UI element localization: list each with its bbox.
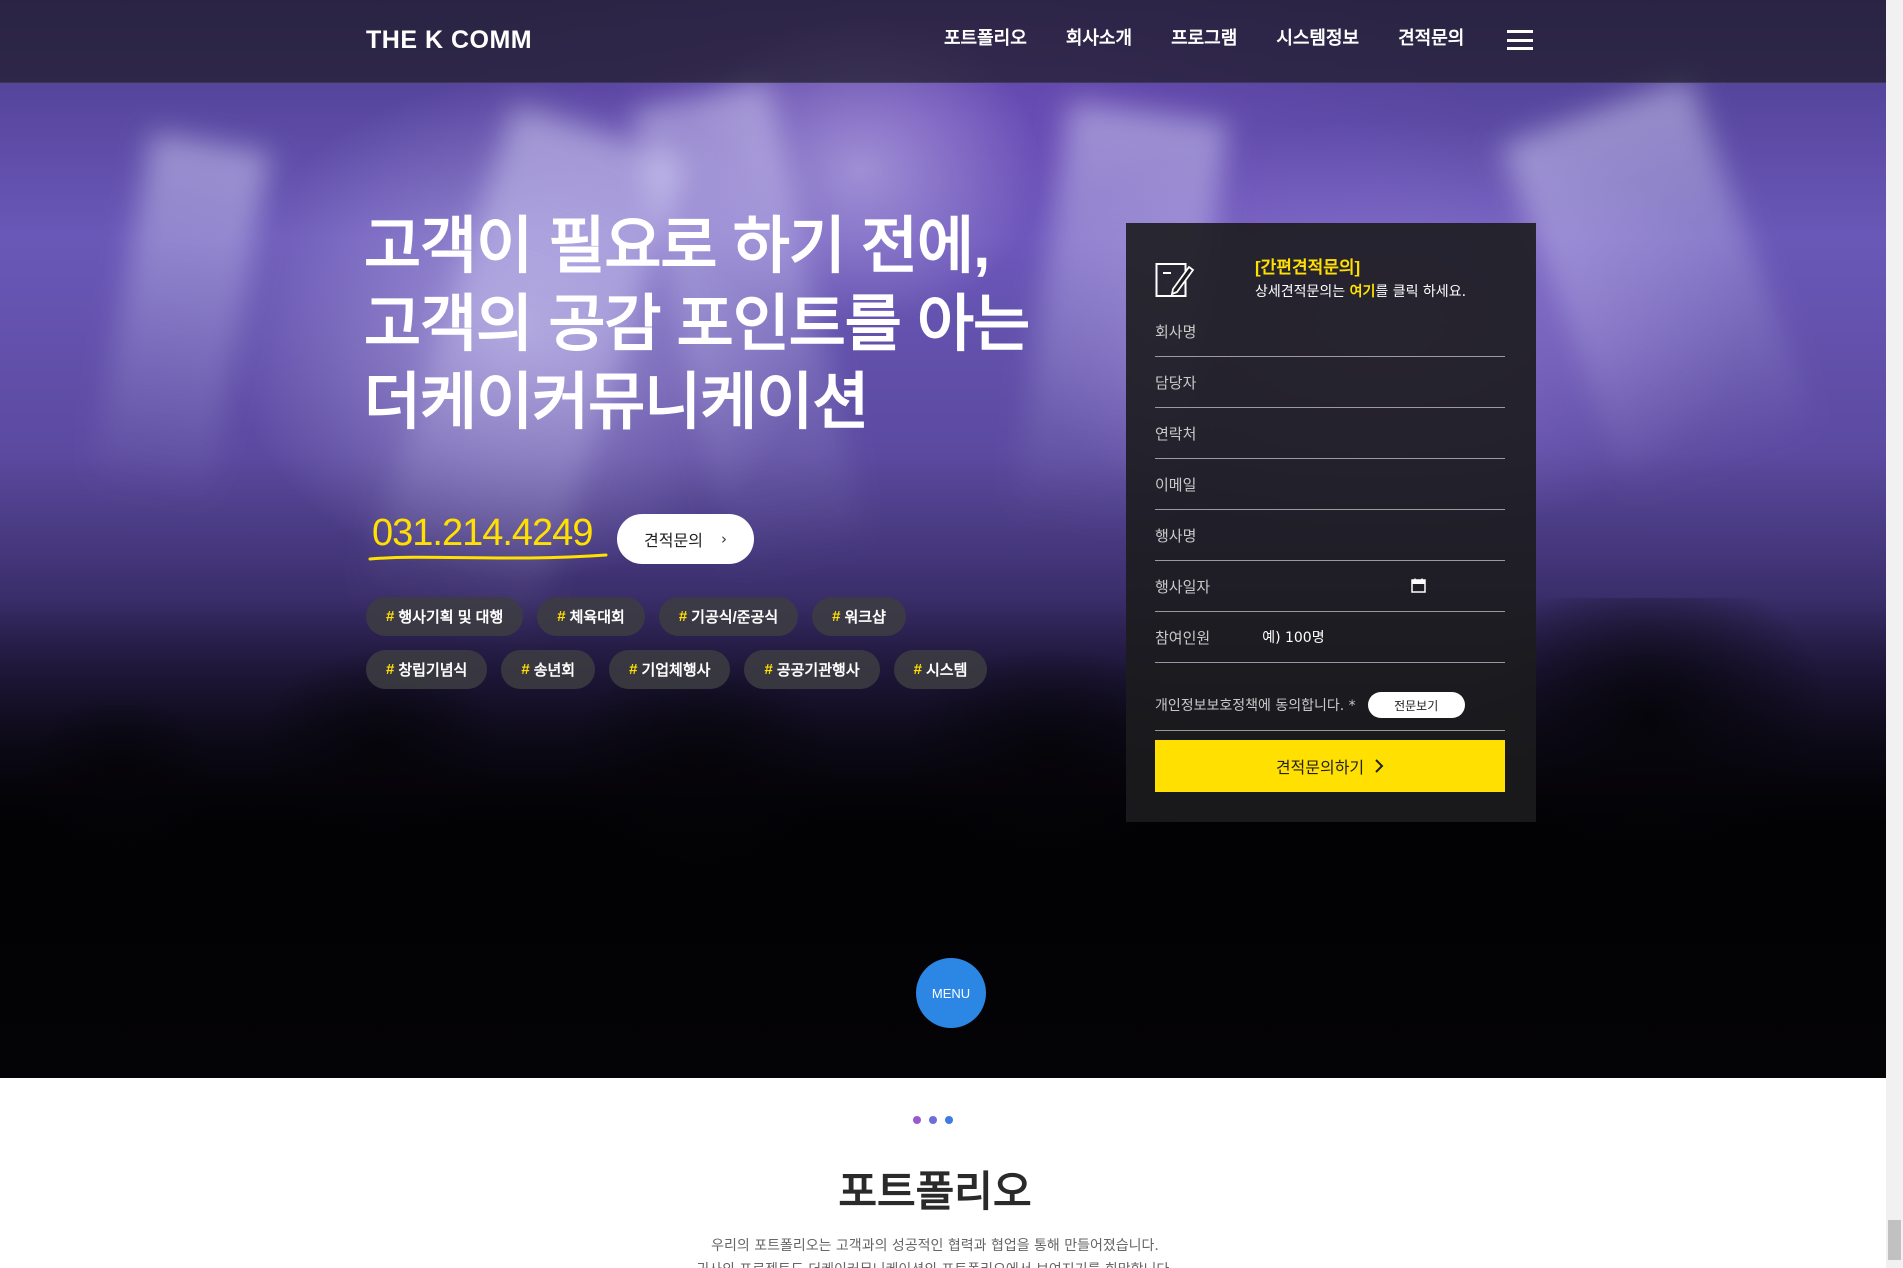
phone-number[interactable]: 031.214.4249 — [372, 512, 593, 555]
tag-year-end-party[interactable]: # 송년회 — [501, 650, 596, 689]
portfolio-description: 우리의 포트폴리오는 고객과의 성공적인 협력과 협업을 통해 만들어졌습니다.… — [696, 1238, 1174, 1268]
attendees-field[interactable]: 참여인원 예) 100명 — [1155, 612, 1505, 663]
main-nav: 포트폴리오 회사소개 프로그램 시스템정보 견적문의 — [944, 24, 1464, 50]
detail-quote-link[interactable]: 여기 — [1350, 284, 1376, 300]
nav-item-about[interactable]: 회사소개 — [1066, 24, 1132, 50]
quote-button-label: 견적문의 — [644, 531, 703, 550]
portfolio-section: 포트폴리오 우리의 포트폴리오는 고객과의 성공적인 협력과 협업을 통해 만들… — [0, 1078, 1903, 1268]
hamburger-menu-icon[interactable] — [1507, 30, 1533, 50]
decorative-dots — [913, 1116, 953, 1124]
hero-headline: 고객이 필요로 하기 전에, 고객의 공감 포인트를 아는 더케이커뮤니케이션 — [364, 208, 1030, 442]
event-name-field[interactable]: 행사명 — [1155, 510, 1505, 561]
top-navigation-bar: THE K COMM 포트폴리오 회사소개 프로그램 시스템정보 견적문의 — [0, 0, 1903, 83]
privacy-agreement[interactable]: 개인정보보호정책에 동의합니다. * 전문보기 — [1155, 680, 1505, 731]
calendar-icon[interactable] — [1411, 578, 1426, 593]
pen-note-icon — [1155, 263, 1195, 297]
privacy-text: 개인정보보호정책에 동의합니다. * — [1155, 698, 1356, 714]
hero-background — [0, 0, 1903, 1078]
nav-item-program[interactable]: 프로그램 — [1171, 24, 1237, 50]
headline-line-2: 고객의 공감 포인트를 아는 — [364, 290, 1030, 359]
headline-line-3: 더케이커뮤니케이션 — [364, 368, 869, 437]
form-subtitle: 상세견적문의는 여기를 클릭 하세요. — [1255, 284, 1467, 300]
headline-line-1: 고객이 필요로 하기 전에, — [364, 212, 990, 281]
tag-anniversary[interactable]: # 창립기념식 — [366, 650, 488, 689]
chevron-right-icon: › — [720, 530, 727, 548]
attendees-example: 예) 100명 — [1262, 630, 1325, 646]
quick-quote-form: [간편견적문의] 상세견적문의는 여기를 클릭 하세요. 회사명 담당자 연락처… — [1126, 223, 1536, 822]
service-tags: # 행사기획 및 대행 # 체육대회 # 기공식/준공식 # 워크샵 # 창립기념식 # 송… — [366, 597, 1026, 703]
submit-quote-button[interactable]: 견적문의하기 — [1155, 740, 1505, 792]
scrollbar-thumb[interactable] — [1888, 1220, 1901, 1260]
quote-button[interactable]: 견적문의 › — [617, 514, 754, 564]
tag-sports-day[interactable]: # 체육대회 — [537, 597, 645, 636]
tag-workshop[interactable]: # 워크샵 — [812, 597, 906, 636]
chevron-right-icon — [1375, 759, 1384, 773]
event-date-field[interactable]: 행사일자 — [1155, 561, 1505, 612]
portfolio-title: 포트폴리오 — [838, 1168, 1032, 1215]
tag-public-event[interactable]: # 공공기관행사 — [744, 650, 880, 689]
nav-item-quote[interactable]: 견적문의 — [1398, 24, 1464, 50]
nav-item-system[interactable]: 시스템정보 — [1276, 24, 1359, 50]
tag-system[interactable]: # 시스템 — [893, 650, 988, 689]
site-logo[interactable]: THE K COMM — [366, 26, 532, 55]
phone-underline-stroke — [368, 553, 608, 561]
company-field[interactable]: 회사명 — [1155, 306, 1505, 357]
submit-label: 견적문의하기 — [1275, 758, 1365, 777]
email-field[interactable]: 이메일 — [1155, 459, 1505, 510]
contact-field[interactable]: 연락처 — [1155, 408, 1505, 459]
nav-item-portfolio[interactable]: 포트폴리오 — [944, 24, 1027, 50]
tag-corporate-event[interactable]: # 기업체행사 — [609, 650, 731, 689]
page-scrollbar[interactable] — [1886, 0, 1903, 1268]
tag-event-planning[interactable]: # 행사기획 및 대행 — [366, 597, 524, 636]
manager-field[interactable]: 담당자 — [1155, 357, 1505, 408]
form-title: [간편견적문의] — [1255, 258, 1361, 277]
tag-groundbreaking[interactable]: # 기공식/준공식 — [658, 597, 799, 636]
menu-button[interactable]: MENU — [916, 958, 986, 1028]
privacy-view-button[interactable]: 전문보기 — [1367, 692, 1465, 718]
